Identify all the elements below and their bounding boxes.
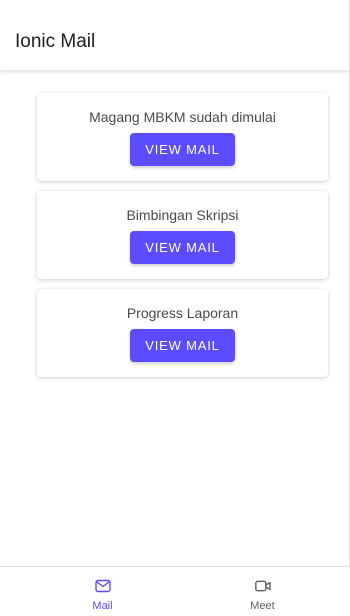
mail-title: Bimbingan Skripsi bbox=[126, 207, 239, 223]
tab-mail[interactable]: Mail bbox=[15, 567, 190, 616]
mail-card: Magang MBKM sudah dimulai VIEW MAIL bbox=[37, 93, 328, 181]
tab-label: Mail bbox=[92, 600, 113, 612]
mail-card: Bimbingan Skripsi VIEW MAIL bbox=[37, 191, 328, 279]
view-mail-button[interactable]: VIEW MAIL bbox=[130, 231, 235, 264]
mail-card: Progress Laporan VIEW MAIL bbox=[37, 289, 328, 377]
video-camera-icon bbox=[255, 580, 271, 592]
mail-title: Progress Laporan bbox=[126, 305, 239, 321]
mail-title: Magang MBKM sudah dimulai bbox=[89, 109, 276, 125]
bottom-tab-bar: Mail Meet bbox=[0, 566, 350, 616]
mail-icon bbox=[95, 579, 111, 593]
mail-app: Ionic Mail Magang MBKM sudah dimulai VIE… bbox=[0, 0, 350, 616]
tab-meet[interactable]: Meet bbox=[175, 567, 350, 616]
view-mail-button[interactable]: VIEW MAIL bbox=[130, 133, 235, 166]
view-mail-button[interactable]: VIEW MAIL bbox=[130, 329, 235, 362]
tab-label: Meet bbox=[250, 600, 275, 612]
app-header: Ionic Mail bbox=[0, 0, 350, 70]
mail-list: Magang MBKM sudah dimulai VIEW MAIL Bimb… bbox=[0, 70, 350, 566]
page-title: Ionic Mail bbox=[15, 31, 96, 52]
